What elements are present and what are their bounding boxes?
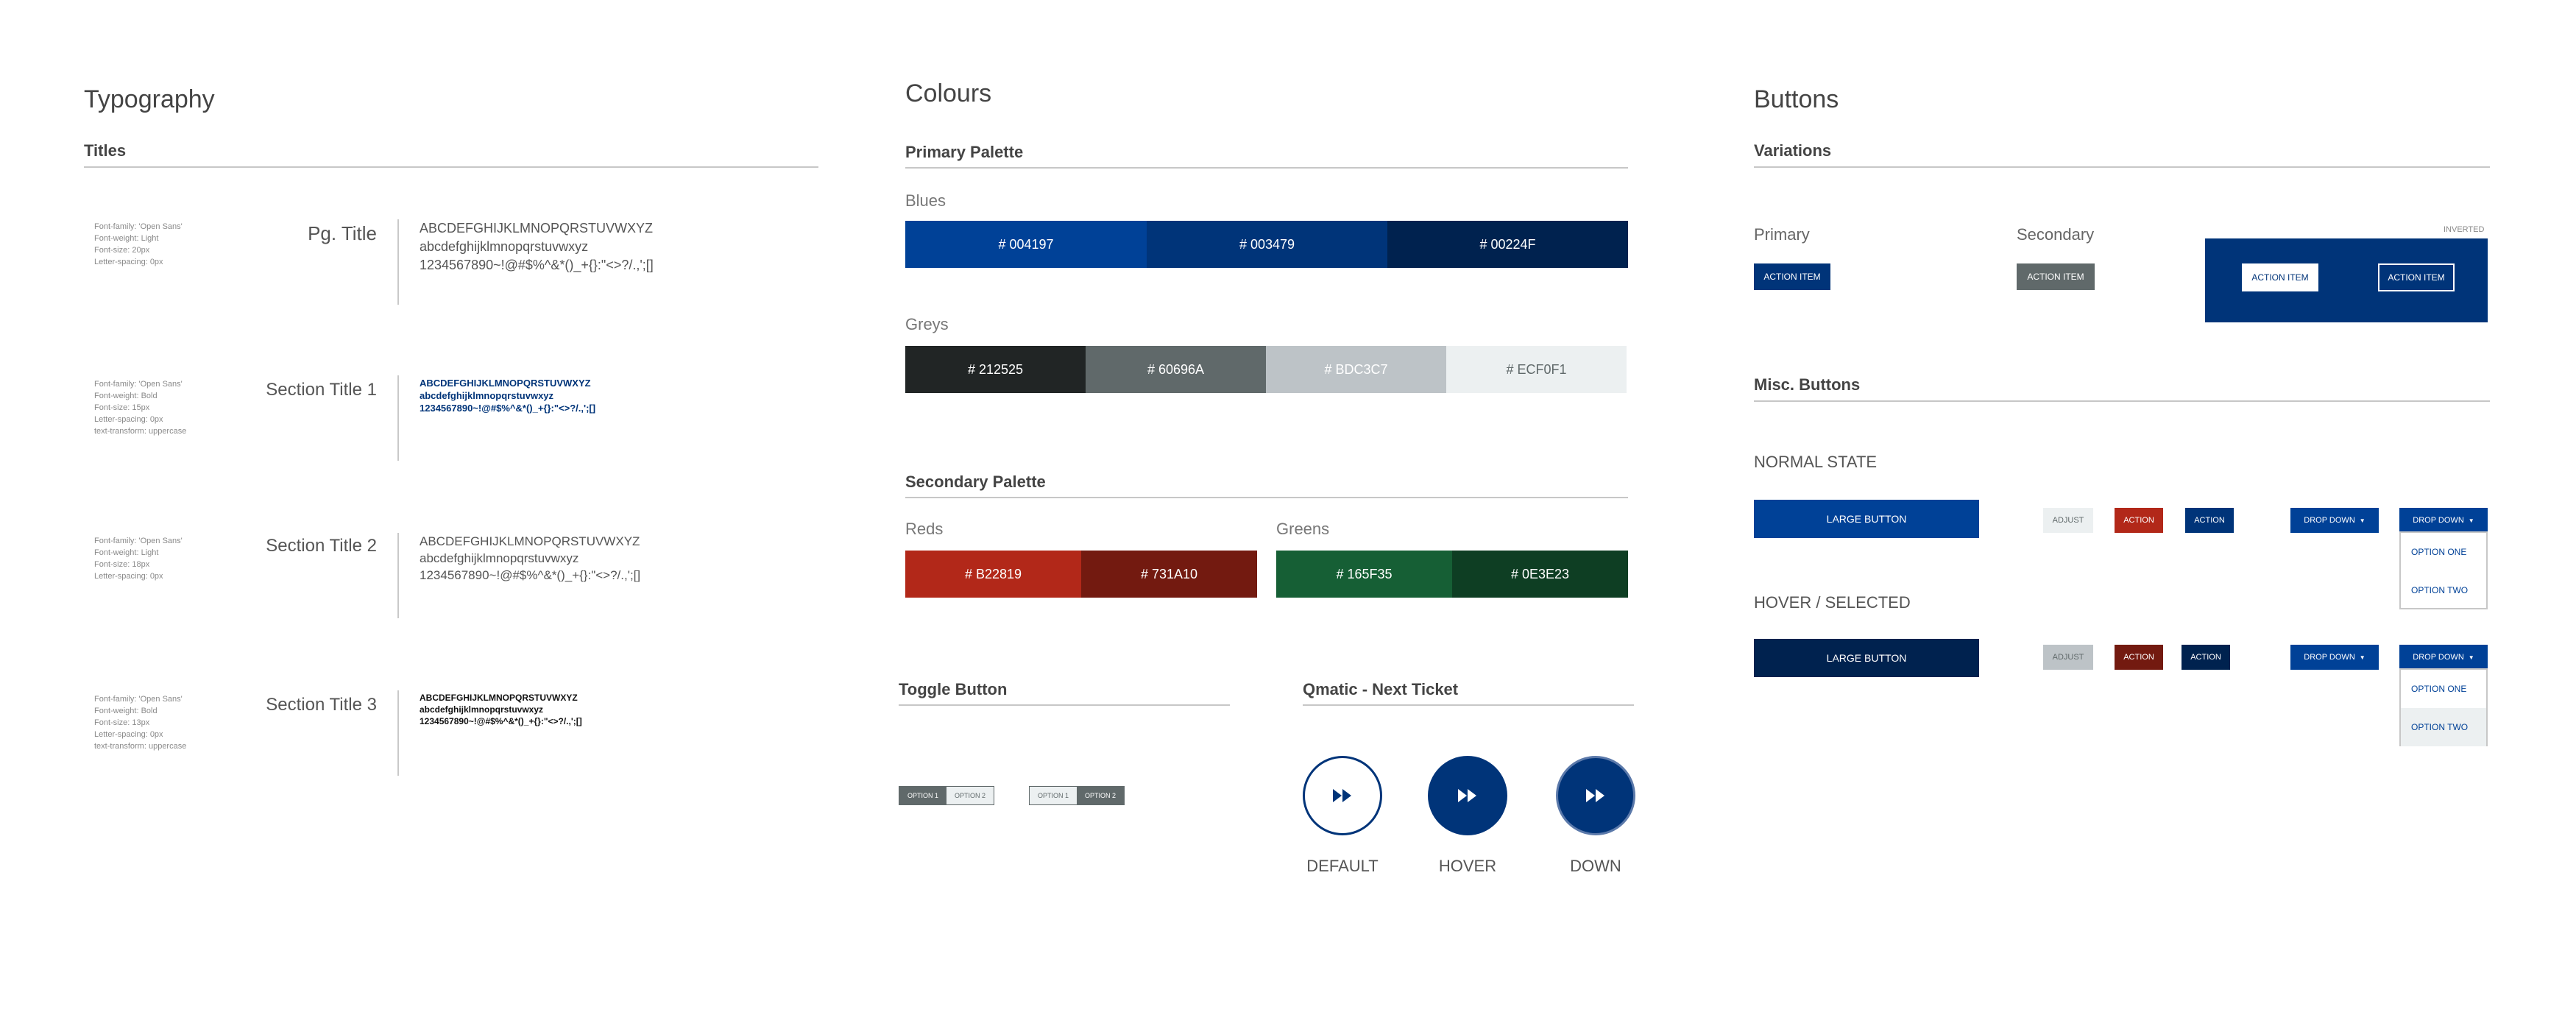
variations-divider	[1754, 166, 2490, 168]
next-ticket-button-default[interactable]	[1303, 756, 1382, 835]
toggle-option-2[interactable]: OPTION 2	[1077, 787, 1124, 804]
toggle-button-heading: Toggle Button	[899, 680, 1008, 698]
titles-heading: Titles	[84, 141, 127, 160]
hover-state-label: HOVER / SELECTED	[1754, 593, 1911, 612]
adjust-button-hover[interactable]: ADJUST	[2043, 645, 2093, 670]
caret-down-icon: ▼	[2468, 517, 2474, 524]
secondary-label: Secondary	[2017, 225, 2095, 244]
swatch-blue-004197: # 004197	[905, 221, 1147, 268]
swatch-green-0e3e23: # 0E3E23	[1452, 551, 1628, 598]
drop-down-button-open[interactable]: DROP DOWN ▼	[2399, 508, 2488, 533]
type-sample-pg-title: ABCDEFGHIJKLMNOPQRSTUVWXYZ abcdefghijklm…	[420, 221, 654, 272]
drop-down-option-two-hovered[interactable]: OPTION TWO	[2401, 708, 2486, 746]
drop-down-menu-hover: OPTION ONE OPTION TWO	[2399, 668, 2488, 746]
drop-down-label: DROP DOWN	[2413, 516, 2464, 525]
secondary-action-item-button[interactable]: ACTION ITEM	[2017, 263, 2095, 290]
normal-state-label: NORMAL STATE	[1754, 453, 1878, 471]
swatch-green-165f35: # 165F35	[1276, 551, 1452, 598]
drop-down-menu: OPTION ONE OPTION TWO	[2399, 531, 2488, 609]
type-spec-pg-title: Font-family: 'Open Sans' Font-weight: Li…	[94, 222, 183, 266]
primary-palette-divider	[905, 167, 1628, 169]
titles-divider	[84, 166, 818, 168]
caret-down-icon: ▼	[2468, 654, 2474, 661]
typography-heading: Typography	[84, 85, 215, 113]
fast-forward-icon	[1458, 789, 1476, 802]
action-button-red[interactable]: ACTION	[2115, 508, 2163, 533]
inverted-action-item-button-solid[interactable]: ACTION ITEM	[2242, 263, 2318, 291]
drop-down-label: DROP DOWN	[2413, 653, 2464, 662]
swatch-grey-ecf0f1: # ECF0F1	[1446, 346, 1627, 393]
primary-palette-heading: Primary Palette	[905, 143, 1024, 161]
type-divider-1	[397, 219, 399, 305]
drop-down-button-open-hover[interactable]: DROP DOWN ▼	[2399, 645, 2488, 670]
qmatic-state-hover: HOVER	[1438, 857, 1497, 875]
qmatic-state-down: DOWN	[1570, 857, 1621, 875]
primary-action-item-button[interactable]: ACTION ITEM	[1754, 263, 1830, 290]
drop-down-button-hover[interactable]: DROP DOWN ▼	[2290, 645, 2379, 670]
type-sample-section-2: ABCDEFGHIJKLMNOPQRSTUVWXYZ abcdefghijklm…	[420, 534, 641, 582]
next-ticket-button-hover[interactable]	[1428, 756, 1507, 835]
action-button-blue-hover[interactable]: ACTION	[2182, 645, 2230, 670]
toggle-button-option1-selected[interactable]: OPTION 1 OPTION 2	[899, 786, 994, 805]
reds-label: Reds	[905, 520, 944, 538]
secondary-palette-divider	[905, 497, 1628, 498]
type-spec-section-3: Font-family: 'Open Sans' Font-weight: Bo…	[94, 695, 187, 751]
adjust-button[interactable]: ADJUST	[2043, 508, 2093, 533]
swatch-blue-00224f: # 00224F	[1387, 221, 1628, 268]
type-name-section-1: Section Title 1	[266, 380, 377, 400]
toggle-button-option2-selected[interactable]: OPTION 1 OPTION 2	[1029, 786, 1125, 805]
swatch-grey-bdc3c7: # BDC3C7	[1266, 346, 1446, 393]
buttons-heading: Buttons	[1754, 85, 1839, 113]
action-button-red-hover[interactable]: ACTION	[2115, 645, 2163, 670]
variations-heading: Variations	[1754, 141, 1832, 160]
fast-forward-icon	[1333, 789, 1351, 802]
primary-label: Primary	[1754, 225, 1810, 244]
secondary-palette-heading: Secondary Palette	[905, 473, 1046, 491]
action-button-blue[interactable]: ACTION	[2185, 508, 2234, 533]
type-divider-4	[397, 690, 399, 776]
type-spec-section-1: Font-family: 'Open Sans' Font-weight: Bo…	[94, 380, 187, 436]
inverted-label: INVERTED	[2444, 225, 2485, 234]
type-divider-3	[397, 533, 399, 618]
next-ticket-button-down[interactable]	[1556, 756, 1635, 835]
blues-label: Blues	[905, 191, 946, 210]
caret-down-icon: ▼	[2359, 517, 2366, 524]
swatch-blue-003479: # 003479	[1147, 221, 1387, 268]
swatch-red-b22819: # B22819	[905, 551, 1081, 598]
toggle-option-2[interactable]: OPTION 2	[946, 787, 994, 804]
drop-down-option-two[interactable]: OPTION TWO	[2401, 571, 2486, 609]
type-sample-section-1: ABCDEFGHIJKLMNOPQRSTUVWXYZ abcdefghijklm…	[420, 378, 596, 414]
drop-down-label: DROP DOWN	[2304, 516, 2355, 525]
type-name-section-2: Section Title 2	[266, 536, 377, 556]
toggle-option-1[interactable]: OPTION 1	[899, 787, 946, 804]
swatch-red-731a10: # 731A10	[1081, 551, 1257, 598]
swatch-grey-60696a: # 60696A	[1086, 346, 1266, 393]
qmatic-heading: Qmatic - Next Ticket	[1303, 680, 1459, 698]
drop-down-option-one[interactable]: OPTION ONE	[2401, 670, 2486, 708]
misc-buttons-divider	[1754, 400, 2490, 402]
toggle-button-divider	[899, 704, 1230, 706]
inverted-action-item-button-outline[interactable]: ACTION ITEM	[2378, 263, 2455, 291]
greens-label: Greens	[1276, 520, 1330, 538]
type-spec-section-2: Font-family: 'Open Sans' Font-weight: Li…	[94, 537, 183, 581]
type-sample-section-3: ABCDEFGHIJKLMNOPQRSTUVWXYZ abcdefghijklm…	[420, 693, 582, 726]
colours-heading: Colours	[905, 79, 992, 107]
greys-label: Greys	[905, 315, 949, 333]
toggle-option-1[interactable]: OPTION 1	[1030, 787, 1077, 804]
fast-forward-icon	[1586, 789, 1604, 802]
type-name-pg-title: Pg. Title	[308, 222, 377, 244]
caret-down-icon: ▼	[2359, 654, 2366, 661]
drop-down-button[interactable]: DROP DOWN ▼	[2290, 508, 2379, 533]
large-button-hover[interactable]: LARGE BUTTON	[1754, 639, 1979, 677]
drop-down-label: DROP DOWN	[2304, 653, 2355, 662]
large-button[interactable]: LARGE BUTTON	[1754, 500, 1979, 538]
swatch-grey-212525: # 212525	[905, 346, 1086, 393]
qmatic-divider	[1303, 704, 1634, 706]
type-divider-2	[397, 375, 399, 461]
drop-down-option-one[interactable]: OPTION ONE	[2401, 533, 2486, 571]
type-name-section-3: Section Title 3	[266, 695, 377, 715]
misc-buttons-heading: Misc. Buttons	[1754, 375, 1861, 394]
